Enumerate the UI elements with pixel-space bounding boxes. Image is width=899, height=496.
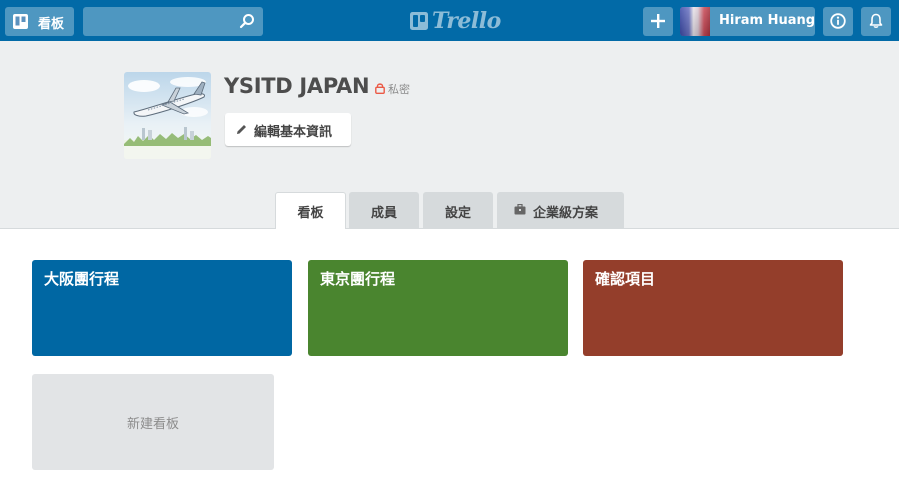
plus-icon (651, 14, 665, 28)
info-icon (830, 13, 846, 29)
board-title: 大阪團行程 (44, 270, 120, 288)
top-header: 看板 Trello Hiram Huang (0, 0, 899, 41)
user-menu-button[interactable]: Hiram Huang (680, 7, 815, 36)
info-button[interactable] (823, 7, 853, 36)
organization-header: YSITD JAPAN 私密 編輯基本資訊 看板 成員 設定 企業級方案 (0, 41, 899, 229)
search-box[interactable] (83, 7, 263, 38)
visibility-label: 私密 (388, 83, 410, 96)
pencil-icon (237, 125, 246, 134)
boards-button[interactable]: 看板 (5, 7, 74, 36)
tab-settings[interactable]: 設定 (423, 192, 493, 228)
board-tile-osaka[interactable]: 大阪團行程 (32, 260, 292, 356)
board-title: 確認項目 (595, 270, 656, 288)
add-button[interactable] (643, 7, 673, 36)
organization-logo (124, 72, 211, 159)
board-icon (13, 14, 28, 29)
tab-members[interactable]: 成員 (349, 192, 419, 228)
organization-name: YSITD JAPAN (224, 74, 370, 98)
notifications-button[interactable] (861, 7, 891, 36)
boards-button-label: 看板 (38, 17, 65, 32)
bell-icon (869, 13, 883, 28)
trello-logo-text: Trello (432, 8, 501, 34)
airplane-image (124, 72, 211, 159)
create-board-label: 新建看板 (126, 417, 179, 432)
trello-logo-icon (410, 12, 428, 30)
tab-business-class[interactable]: 企業級方案 (497, 192, 624, 228)
tab-boards[interactable]: 看板 (275, 192, 346, 229)
edit-profile-button[interactable]: 編輯基本資訊 (225, 113, 351, 146)
board-title: 東京團行程 (320, 270, 396, 288)
user-name: Hiram Huang (719, 13, 815, 28)
board-tile-tokyo[interactable]: 東京團行程 (308, 260, 568, 356)
create-board-button[interactable]: 新建看板 (32, 374, 274, 470)
search-input[interactable] (83, 7, 243, 38)
lock-icon (375, 83, 385, 94)
search-icon[interactable] (239, 13, 255, 29)
edit-profile-label: 編輯基本資訊 (254, 125, 333, 140)
board-tile-confirm-items[interactable]: 確認項目 (583, 260, 843, 356)
